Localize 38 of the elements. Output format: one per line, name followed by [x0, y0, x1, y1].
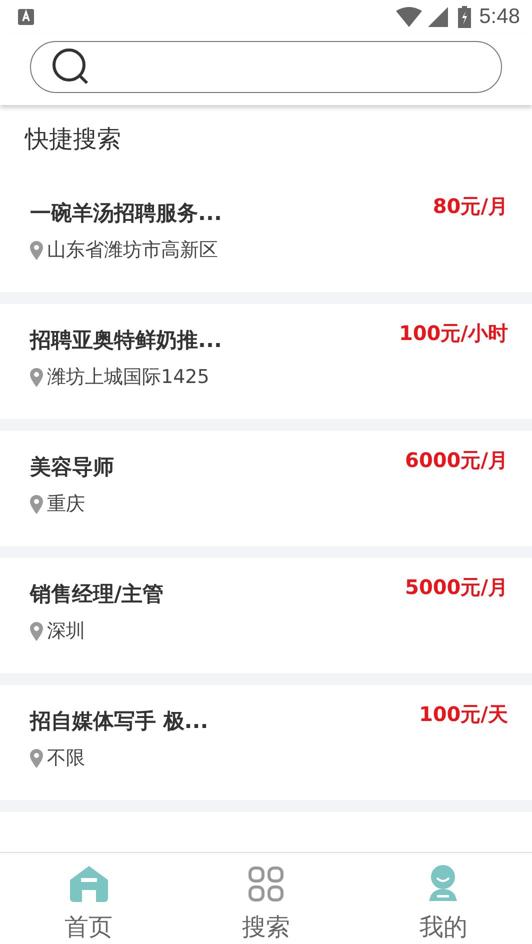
location-pin-icon [30, 240, 43, 260]
section-title: 快捷搜索 [0, 105, 532, 177]
signal-icon [428, 7, 448, 27]
house-icon [70, 865, 108, 903]
keyboard-icon [18, 9, 34, 25]
job-title: 招聘亚奥特鲜奶推... [30, 327, 222, 354]
location-pin-icon [30, 368, 43, 386]
job-location: 潍坊上城国际1425 [47, 365, 210, 390]
location-pin-icon [30, 622, 43, 640]
job-title: 美容导师 [30, 454, 114, 481]
nav-tab[interactable]: 首页 [0, 853, 178, 944]
job-card[interactable]: 一碗羊汤招聘服务... 80元/月 山东省潍坊市高新区 [0, 177, 532, 292]
nav-tab[interactable]: 搜索 [177, 853, 355, 944]
job-card[interactable]: 招聘亚奥特鲜奶推... 100元/小时 潍坊上城国际1425 [0, 304, 532, 419]
salary: 6000元/月 [405, 447, 508, 474]
status-time: 5:48 [479, 5, 520, 29]
job-card[interactable]: 销售经理/主管 5000元/月 深圳 [0, 558, 532, 673]
grid-icon [248, 865, 284, 903]
battery-charging-icon [458, 6, 472, 28]
job-title: 一碗羊汤招聘服务... [30, 200, 222, 227]
job-card[interactable]: 招自媒体写手 极... 100元/天 不限 [0, 685, 532, 800]
job-location: 山东省潍坊市高新区 [47, 238, 218, 263]
salary: 100元/天 [418, 701, 508, 728]
salary: 5000元/月 [405, 574, 508, 601]
nav-tab[interactable]: 我的 [354, 853, 532, 944]
job-location: 深圳 [47, 619, 85, 644]
search-icon [51, 47, 91, 87]
location-pin-icon [30, 748, 43, 768]
job-title: 招自媒体写手 极... [30, 708, 208, 735]
wifi-icon [396, 7, 422, 27]
job-location: 重庆 [47, 492, 85, 517]
location-pin-icon [30, 494, 43, 514]
salary: 100元/小时 [398, 320, 508, 347]
search-field[interactable] [30, 41, 502, 93]
job-location: 不限 [47, 746, 85, 771]
job-card[interactable]: 美容导师 6000元/月 重庆 [0, 431, 532, 546]
salary: 80元/月 [432, 193, 508, 220]
job-title: 销售经理/主管 [30, 581, 164, 608]
